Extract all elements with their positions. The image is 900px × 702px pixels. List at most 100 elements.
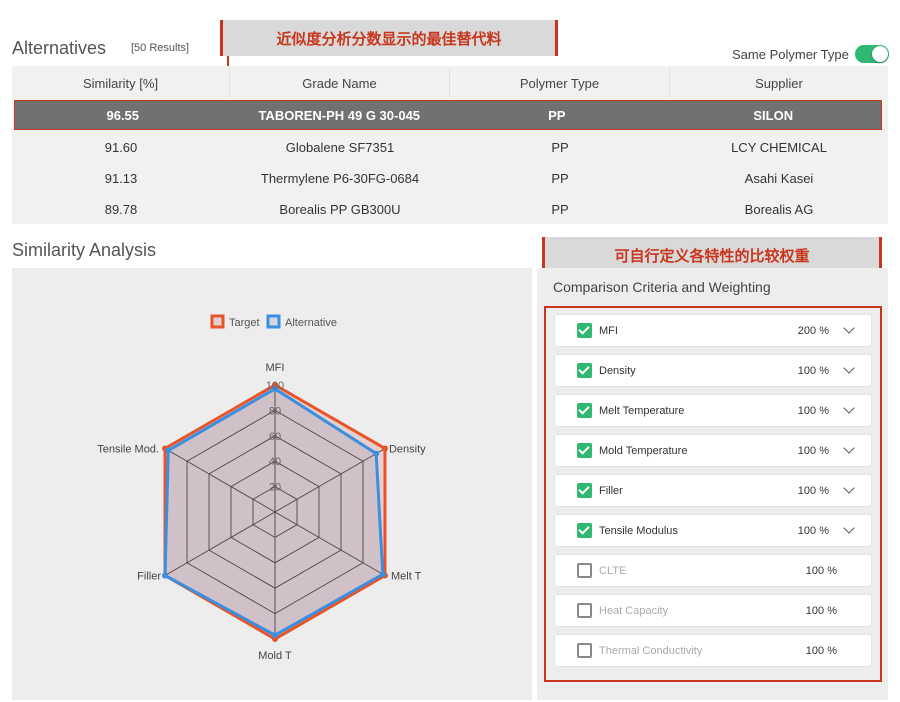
weight-value: 100 % [797,365,829,377]
radar-axis-label: Filler [137,571,161,583]
legend-label: Alternative [285,317,337,329]
criteria-item-thermal-conductivity: Thermal Conductivity 100 % [554,634,872,667]
weight-value: 100 % [797,445,829,457]
toggle-knob [872,46,888,62]
chevron-down-icon[interactable] [843,522,855,534]
weight-value: 100 % [805,565,837,577]
checkbox-melt-temperature[interactable] [577,403,592,418]
chevron-down-icon[interactable] [843,362,855,374]
checkbox-density[interactable] [577,363,592,378]
alternatives-title: Alternatives [12,38,107,58]
criteria-label: MFI [599,325,618,337]
weight-value: 100 % [805,605,837,617]
criteria-item-tensile-modulus: Tensile Modulus 100 % [554,514,872,547]
checkbox-mold-temperature[interactable] [577,443,592,458]
criteria-label: Heat Capacity [599,605,669,617]
chevron-down-icon[interactable] [843,482,855,494]
criteria-label: Thermal Conductivity [599,645,703,657]
checkbox-clte[interactable] [577,563,592,578]
table-row[interactable]: 89.78 Borealis PP GB300U PP Borealis AG [12,194,888,224]
grade-cell: TABOREN-PH 49 G 30-045 [258,107,421,123]
radar-chart: 20 40 60 80 100 MFI Density Melt T Mold T Filler T… [97,314,426,662]
polymer-cell: PP [548,107,566,123]
polymer-cell: PP [551,170,569,186]
legend-swatch-alternative [266,314,281,329]
column-header-supplier[interactable]: Supplier [670,68,888,98]
radar-axis-label: Mold T [258,650,292,662]
radar-tick-label: 80 [269,405,281,417]
criteria-item-mold-temperature: Mold Temperature 100 % [554,434,872,467]
radar-tick-label: 100 [266,380,284,392]
same-polymer-type-toggle[interactable] [855,45,889,63]
radar-tick-label: 60 [269,431,281,443]
same-polymer-type-label: Same Polymer Type [732,47,849,62]
criteria-item-melt-temperature: Melt Temperature 100 % [554,394,872,427]
criteria-title: Comparison Criteria and Weighting [553,279,771,295]
alternatives-table: Similarity [%] Grade Name Polymer Type S… [12,66,888,224]
similarity-cell: 89.78 [104,201,138,217]
table-header: Similarity [%] Grade Name Polymer Type S… [12,68,888,98]
radar-point [373,450,380,457]
checkbox-tensile-modulus[interactable] [577,523,592,538]
checkbox-mfi[interactable] [577,323,592,338]
polymer-cell: PP [551,139,569,155]
radar-point [162,572,169,579]
legend-swatch-target [210,314,225,329]
criteria-label: CLTE [599,565,627,577]
criteria-label: Mold Temperature [599,445,688,457]
grade-cell: Globalene SF7351 [285,139,395,155]
checkbox-heat-capacity[interactable] [577,603,592,618]
criteria-item-density: Density 100 % [554,354,872,387]
radar-point [379,571,386,578]
table-row-selected[interactable]: 96.55 TABOREN-PH 49 G 30-045 PP SILON [14,100,882,130]
criteria-label: Melt Temperature [599,405,685,417]
column-header-similarity[interactable]: Similarity [%] [12,68,230,98]
radar-axis-label: Melt T [391,571,422,583]
supplier-cell: LCY CHEMICAL [731,139,827,155]
grade-cell: Thermylene P6-30FG-0684 [260,170,420,186]
weight-value: 100 % [797,525,829,537]
criteria-item-filler: Filler 100 % [554,474,872,507]
radar-point [272,632,278,639]
table-row[interactable]: 91.60 Globalene SF7351 PP LCY CHEMICAL [12,132,888,162]
radar-point [165,447,172,454]
radar-axis-label: Density [389,444,426,456]
weight-value: 100 % [797,485,829,497]
criteria-label: Tensile Modulus [599,525,678,537]
radar-axis-label: MFI [266,362,285,374]
supplier-cell: SILON [753,107,794,123]
criteria-label: Filler [599,485,623,497]
callout-best-alternative: 近似度分析分数显示的最佳替代料 [220,20,558,56]
results-count: [50 Results] [131,42,190,54]
similarity-analysis-title: Similarity Analysis [12,240,157,260]
criteria-item-clte: CLTE 100 % [554,554,872,587]
column-header-polymer-type[interactable]: Polymer Type [450,68,670,98]
weight-value: 200 % [797,325,829,337]
similarity-cell: 96.55 [106,107,140,123]
table-row[interactable]: 91.13 Thermylene P6-30FG-0684 PP Asahi K… [12,163,888,193]
polymer-cell: PP [551,201,569,217]
similarity-cell: 91.60 [104,139,138,155]
legend-label: Target [229,317,260,329]
radar-series-alternative [163,387,385,637]
column-header-grade-name[interactable]: Grade Name [230,68,450,98]
radar-tick-label: 20 [269,482,281,494]
checkbox-thermal-conductivity[interactable] [577,643,592,658]
supplier-cell: Asahi Kasei [744,170,814,186]
weight-value: 100 % [805,645,837,657]
supplier-cell: Borealis AG [744,201,814,217]
criteria-label: Density [599,365,636,377]
criteria-item-heat-capacity: Heat Capacity 100 % [554,594,872,627]
radar-tick-label: 40 [269,456,281,468]
radar-chart-panel: 20 40 60 80 100 MFI Density Melt T Mold T Filler T… [12,268,532,700]
chevron-down-icon[interactable] [843,322,855,334]
checkbox-filler[interactable] [577,483,592,498]
weight-value: 100 % [797,405,829,417]
chevron-down-icon[interactable] [843,442,855,454]
similarity-cell: 91.13 [104,170,138,186]
chevron-down-icon[interactable] [843,402,855,414]
grade-cell: Borealis PP GB300U [279,201,401,217]
radar-axis-label: Tensile Mod. [97,444,159,456]
criteria-item-mfi: MFI 200 % [554,314,872,347]
radar-point [381,445,388,452]
